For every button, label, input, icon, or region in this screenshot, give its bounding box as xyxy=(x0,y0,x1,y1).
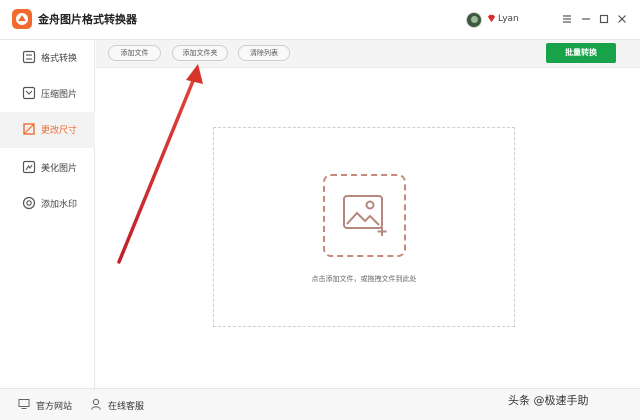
beautify-icon xyxy=(22,160,36,174)
sidebar-item-compress[interactable]: 压缩图片 xyxy=(0,76,95,112)
title-bar: 金舟图片格式转换器 Lyan xyxy=(0,0,640,40)
format-convert-icon xyxy=(22,50,36,64)
maximize-icon[interactable] xyxy=(597,12,611,26)
vip-diamond-icon xyxy=(487,14,496,23)
minimize-icon[interactable] xyxy=(579,12,593,26)
resize-icon xyxy=(23,123,35,135)
sidebar-item-label: 格式转换 xyxy=(41,54,78,64)
customer-service-icon xyxy=(91,398,101,410)
toolbar: 添加文件 添加文件夹 清除列表 批量转换 xyxy=(96,40,640,68)
batch-convert-button[interactable]: 批量转换 xyxy=(546,43,616,63)
add-file-button[interactable]: 添加文件 xyxy=(108,45,161,61)
app-logo-icon xyxy=(12,9,32,29)
sidebar-item-resize[interactable]: 更改尺寸 xyxy=(0,112,95,148)
online-service-label: 在线客服 xyxy=(108,402,145,412)
username[interactable]: Lyan xyxy=(498,14,519,24)
menu-icon[interactable] xyxy=(560,12,574,26)
add-folder-button[interactable]: 添加文件夹 xyxy=(172,45,228,61)
sidebar-item-label: 压缩图片 xyxy=(41,90,78,100)
clear-list-button[interactable]: 清除列表 xyxy=(238,45,290,61)
monitor-icon xyxy=(18,399,30,409)
close-icon[interactable] xyxy=(615,12,629,26)
sidebar-item-watermark[interactable]: 添加水印 xyxy=(0,186,95,222)
drop-zone[interactable]: 点击添加文件，或拖拽文件到此处 xyxy=(213,127,515,327)
main-content: 点击添加文件，或拖拽文件到此处 xyxy=(96,68,640,388)
add-image-icon xyxy=(343,195,387,236)
sidebar: 格式转换 压缩图片 更改尺寸 美化图片 添加水印 xyxy=(0,40,95,388)
sidebar-item-beautify[interactable]: 美化图片 xyxy=(0,150,95,186)
drop-hint-text: 点击添加文件，或拖拽文件到此处 xyxy=(311,275,417,283)
user-avatar[interactable] xyxy=(466,12,482,28)
sidebar-item-format-convert[interactable]: 格式转换 xyxy=(0,40,95,76)
sidebar-item-label: 美化图片 xyxy=(41,164,78,174)
app-window: 金舟图片格式转换器 Lyan 格式转换 压缩图片 更改尺寸 美化图片 添加水印 … xyxy=(0,0,640,420)
official-site-label: 官方网站 xyxy=(36,402,73,412)
compress-icon xyxy=(22,86,36,100)
sidebar-item-label: 添加水印 xyxy=(41,200,78,210)
sidebar-item-label: 更改尺寸 xyxy=(41,126,78,136)
app-title: 金舟图片格式转换器 xyxy=(38,13,137,26)
watermark-text: 头条 @极速手助 xyxy=(508,394,589,407)
watermark-icon xyxy=(22,196,36,210)
add-image-box[interactable] xyxy=(323,174,406,257)
